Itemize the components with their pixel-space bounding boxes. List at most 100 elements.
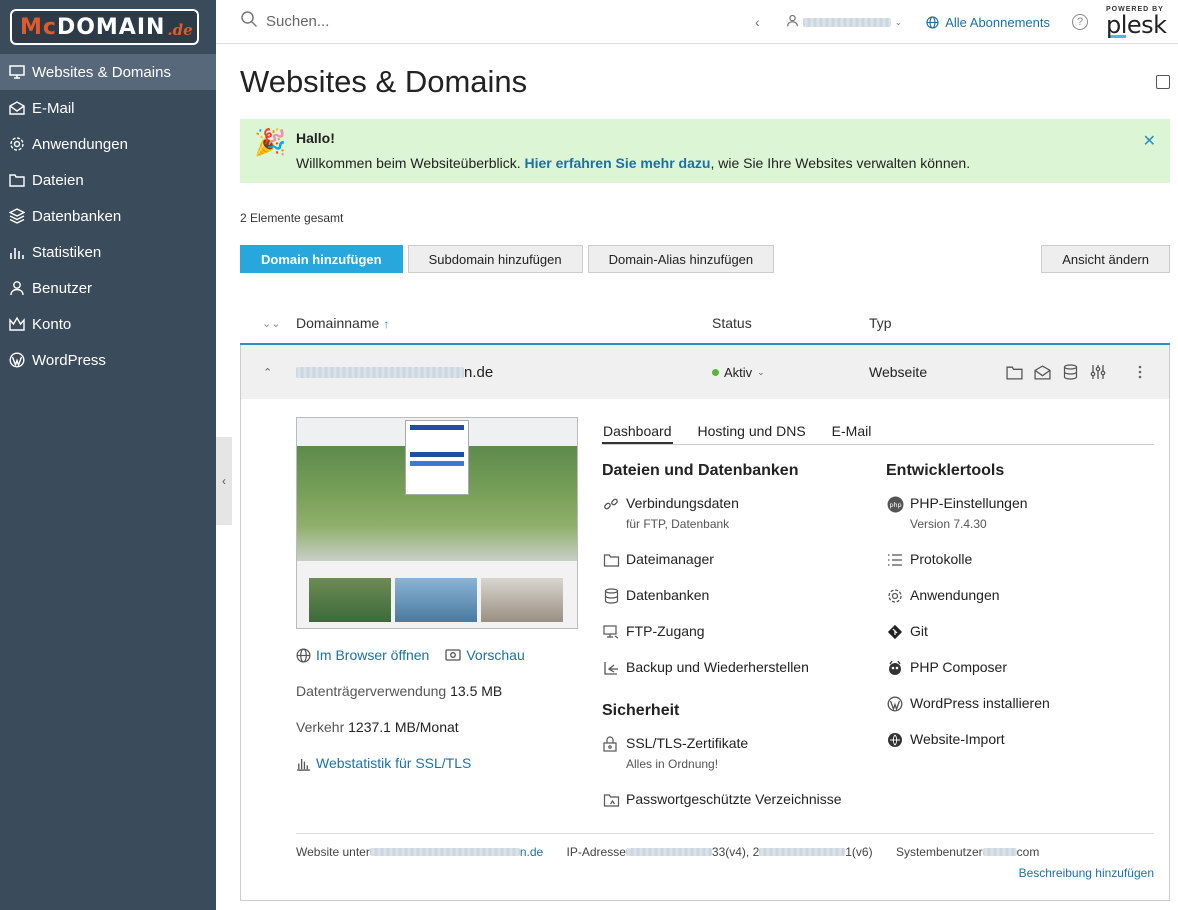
close-icon[interactable]: ✕ (1143, 131, 1156, 151)
domain-links: Im Browser öffnen Vorschau (296, 647, 525, 663)
ssl-certificates-link[interactable]: SSL/TLS-Zertifikate Alles in Ordnung! (602, 735, 748, 771)
backup-restore-link[interactable]: Backup und Wiederherstellen (602, 659, 809, 677)
open-in-browser-link[interactable]: Im Browser öffnen (296, 647, 429, 663)
sidebar-item-email[interactable]: E-Mail (0, 90, 216, 126)
sidebar-item-users[interactable]: Benutzer (0, 270, 216, 306)
thumbnail-cookie-dialog (405, 420, 469, 495)
system-user-redacted (982, 848, 1017, 856)
search-area (216, 10, 736, 33)
bar-chart-icon (8, 243, 26, 261)
brand-logo[interactable]: Mc DOMAIN .de (10, 9, 199, 45)
status-badge[interactable]: Aktiv ⌄ (712, 365, 869, 380)
ftp-access-link[interactable]: FTP-Zugang (602, 623, 705, 641)
ip-v6-redacted (759, 848, 846, 856)
sidebar-item-wordpress[interactable]: WordPress (0, 342, 216, 378)
add-description-link[interactable]: Beschreibung hinzufügen (1019, 866, 1154, 880)
domain-name-redacted (296, 366, 464, 378)
chevron-left-icon[interactable]: ‹ (755, 14, 760, 30)
help-button[interactable]: ? (1072, 14, 1088, 30)
mail-icon[interactable] (1033, 363, 1051, 381)
git-link[interactable]: Git (886, 623, 928, 641)
items-count: 2 Elemente gesamt (240, 211, 344, 225)
domain-footer: Website unter n.de IP-Adresse 33(v4), 2 … (296, 833, 1154, 880)
panel-toggle-icon[interactable] (1156, 75, 1170, 89)
collapse-row-icon[interactable]: ⌃ (241, 366, 296, 379)
website-import-link[interactable]: Website-Import (886, 731, 1005, 749)
webstat-link[interactable]: Webstatistik für SSL/TLS (296, 755, 471, 771)
system-user: Systembenutzer com (895, 845, 1040, 859)
folder-icon[interactable] (1005, 363, 1023, 381)
globe-icon (926, 15, 939, 29)
applications-link[interactable]: Anwendungen (886, 587, 1000, 605)
domain-name[interactable]: n.de (296, 364, 712, 381)
folder-icon (8, 171, 26, 189)
top-bar: ‹ ⌄ Alle Abonnements ? POWERED BY plesk (216, 0, 1178, 44)
sidebar-item-account[interactable]: Konto (0, 306, 216, 342)
wordpress-install-link[interactable]: WordPress installieren (886, 695, 1050, 713)
ip-addresses: IP-Adresse 33(v4), 2 1(v6) (566, 845, 873, 859)
tab-dashboard[interactable]: Dashboard (602, 423, 673, 444)
list-icon (886, 551, 904, 569)
sidebar-item-databases[interactable]: Datenbanken (0, 198, 216, 234)
sidebar-item-files[interactable]: Dateien (0, 162, 216, 198)
monitor-icon (8, 63, 26, 81)
change-view-button[interactable]: Ansicht ändern (1041, 245, 1170, 273)
php-settings-link[interactable]: php PHP-Einstellungen Version 7.4.30 (886, 495, 1028, 531)
subscriptions-link[interactable]: Alle Abonnements (926, 15, 1050, 30)
top-right-controls: ‹ ⌄ Alle Abonnements ? POWERED BY plesk (755, 0, 1178, 44)
domain-row-header: ⌃ n.de Aktiv ⌄ Webseite (241, 345, 1169, 399)
search-icon (240, 10, 258, 33)
website-address: Website unter n.de (296, 845, 544, 859)
bar-chart-icon (296, 756, 311, 771)
link-icon (602, 495, 620, 513)
php-composer-link[interactable]: PHP Composer (886, 659, 1007, 677)
database-icon (602, 587, 620, 605)
plesk-logo: POWERED BY plesk (1106, 6, 1167, 39)
protected-directories-link[interactable]: Passwortgeschützte Verzeichnisse (602, 791, 842, 809)
gear-icon (8, 135, 26, 153)
sidebar-item-applications[interactable]: Anwendungen (0, 126, 216, 162)
expand-all-icon[interactable]: ⌄⌄ (240, 317, 296, 330)
backup-icon (602, 659, 620, 677)
git-icon (886, 623, 904, 641)
globe-icon (296, 648, 311, 663)
file-manager-link[interactable]: Dateimanager (602, 551, 714, 569)
import-globe-icon (886, 731, 904, 749)
sidebar-item-websites-domains[interactable]: Websites & Domains (0, 54, 216, 90)
banner-learn-more-link[interactable]: Hier erfahren Sie mehr dazu (524, 155, 710, 171)
website-thumbnail[interactable] (296, 417, 578, 629)
welcome-banner: 🎉 Hallo! Willkommen beim Websiteüberblic… (240, 119, 1170, 183)
banner-text: Willkommen beim Websiteüberblick. Hier e… (296, 155, 971, 171)
user-icon (786, 14, 799, 30)
composer-icon (886, 659, 904, 677)
toolbar: Domain hinzufügen Subdomain hinzufügen D… (240, 245, 1170, 273)
user-name-redacted (802, 17, 891, 27)
search-input[interactable] (266, 13, 666, 30)
column-domain-name[interactable]: Domainname ↑ (296, 315, 712, 331)
database-icon[interactable] (1061, 363, 1079, 381)
add-subdomain-button[interactable]: Subdomain hinzufügen (407, 245, 583, 273)
ip-v4-redacted (625, 848, 712, 856)
help-icon: ? (1076, 16, 1084, 28)
page-title: Websites & Domains (240, 64, 528, 99)
user-menu[interactable]: ⌄ (786, 14, 902, 30)
disk-usage: Datenträgerverwendung 13.5 MB (296, 683, 503, 699)
connection-info-link[interactable]: Verbindungsdaten für FTP, Datenbank (602, 495, 739, 531)
sidebar-item-statistics[interactable]: Statistiken (0, 234, 216, 270)
add-domain-alias-button[interactable]: Domain-Alias hinzufügen (587, 245, 775, 273)
tab-email[interactable]: E-Mail (831, 423, 873, 444)
tab-hosting-dns[interactable]: Hosting und DNS (697, 423, 807, 444)
more-options-icon[interactable] (1131, 363, 1149, 381)
website-url-link[interactable]: n.de (369, 845, 543, 859)
party-popper-icon: 🎉 (254, 127, 287, 157)
sidebar-collapse-handle[interactable]: ‹ (216, 437, 232, 525)
preview-link[interactable]: Vorschau (445, 647, 525, 663)
add-domain-button[interactable]: Domain hinzufügen (240, 245, 403, 273)
sort-arrow-icon: ↑ (383, 317, 390, 331)
logs-link[interactable]: Protokolle (886, 551, 972, 569)
column-type: Typ (869, 315, 892, 331)
sliders-icon[interactable] (1089, 363, 1107, 381)
databases-link[interactable]: Datenbanken (602, 587, 709, 605)
thumbnail-photo-3 (481, 578, 563, 622)
row-actions (1005, 363, 1149, 381)
